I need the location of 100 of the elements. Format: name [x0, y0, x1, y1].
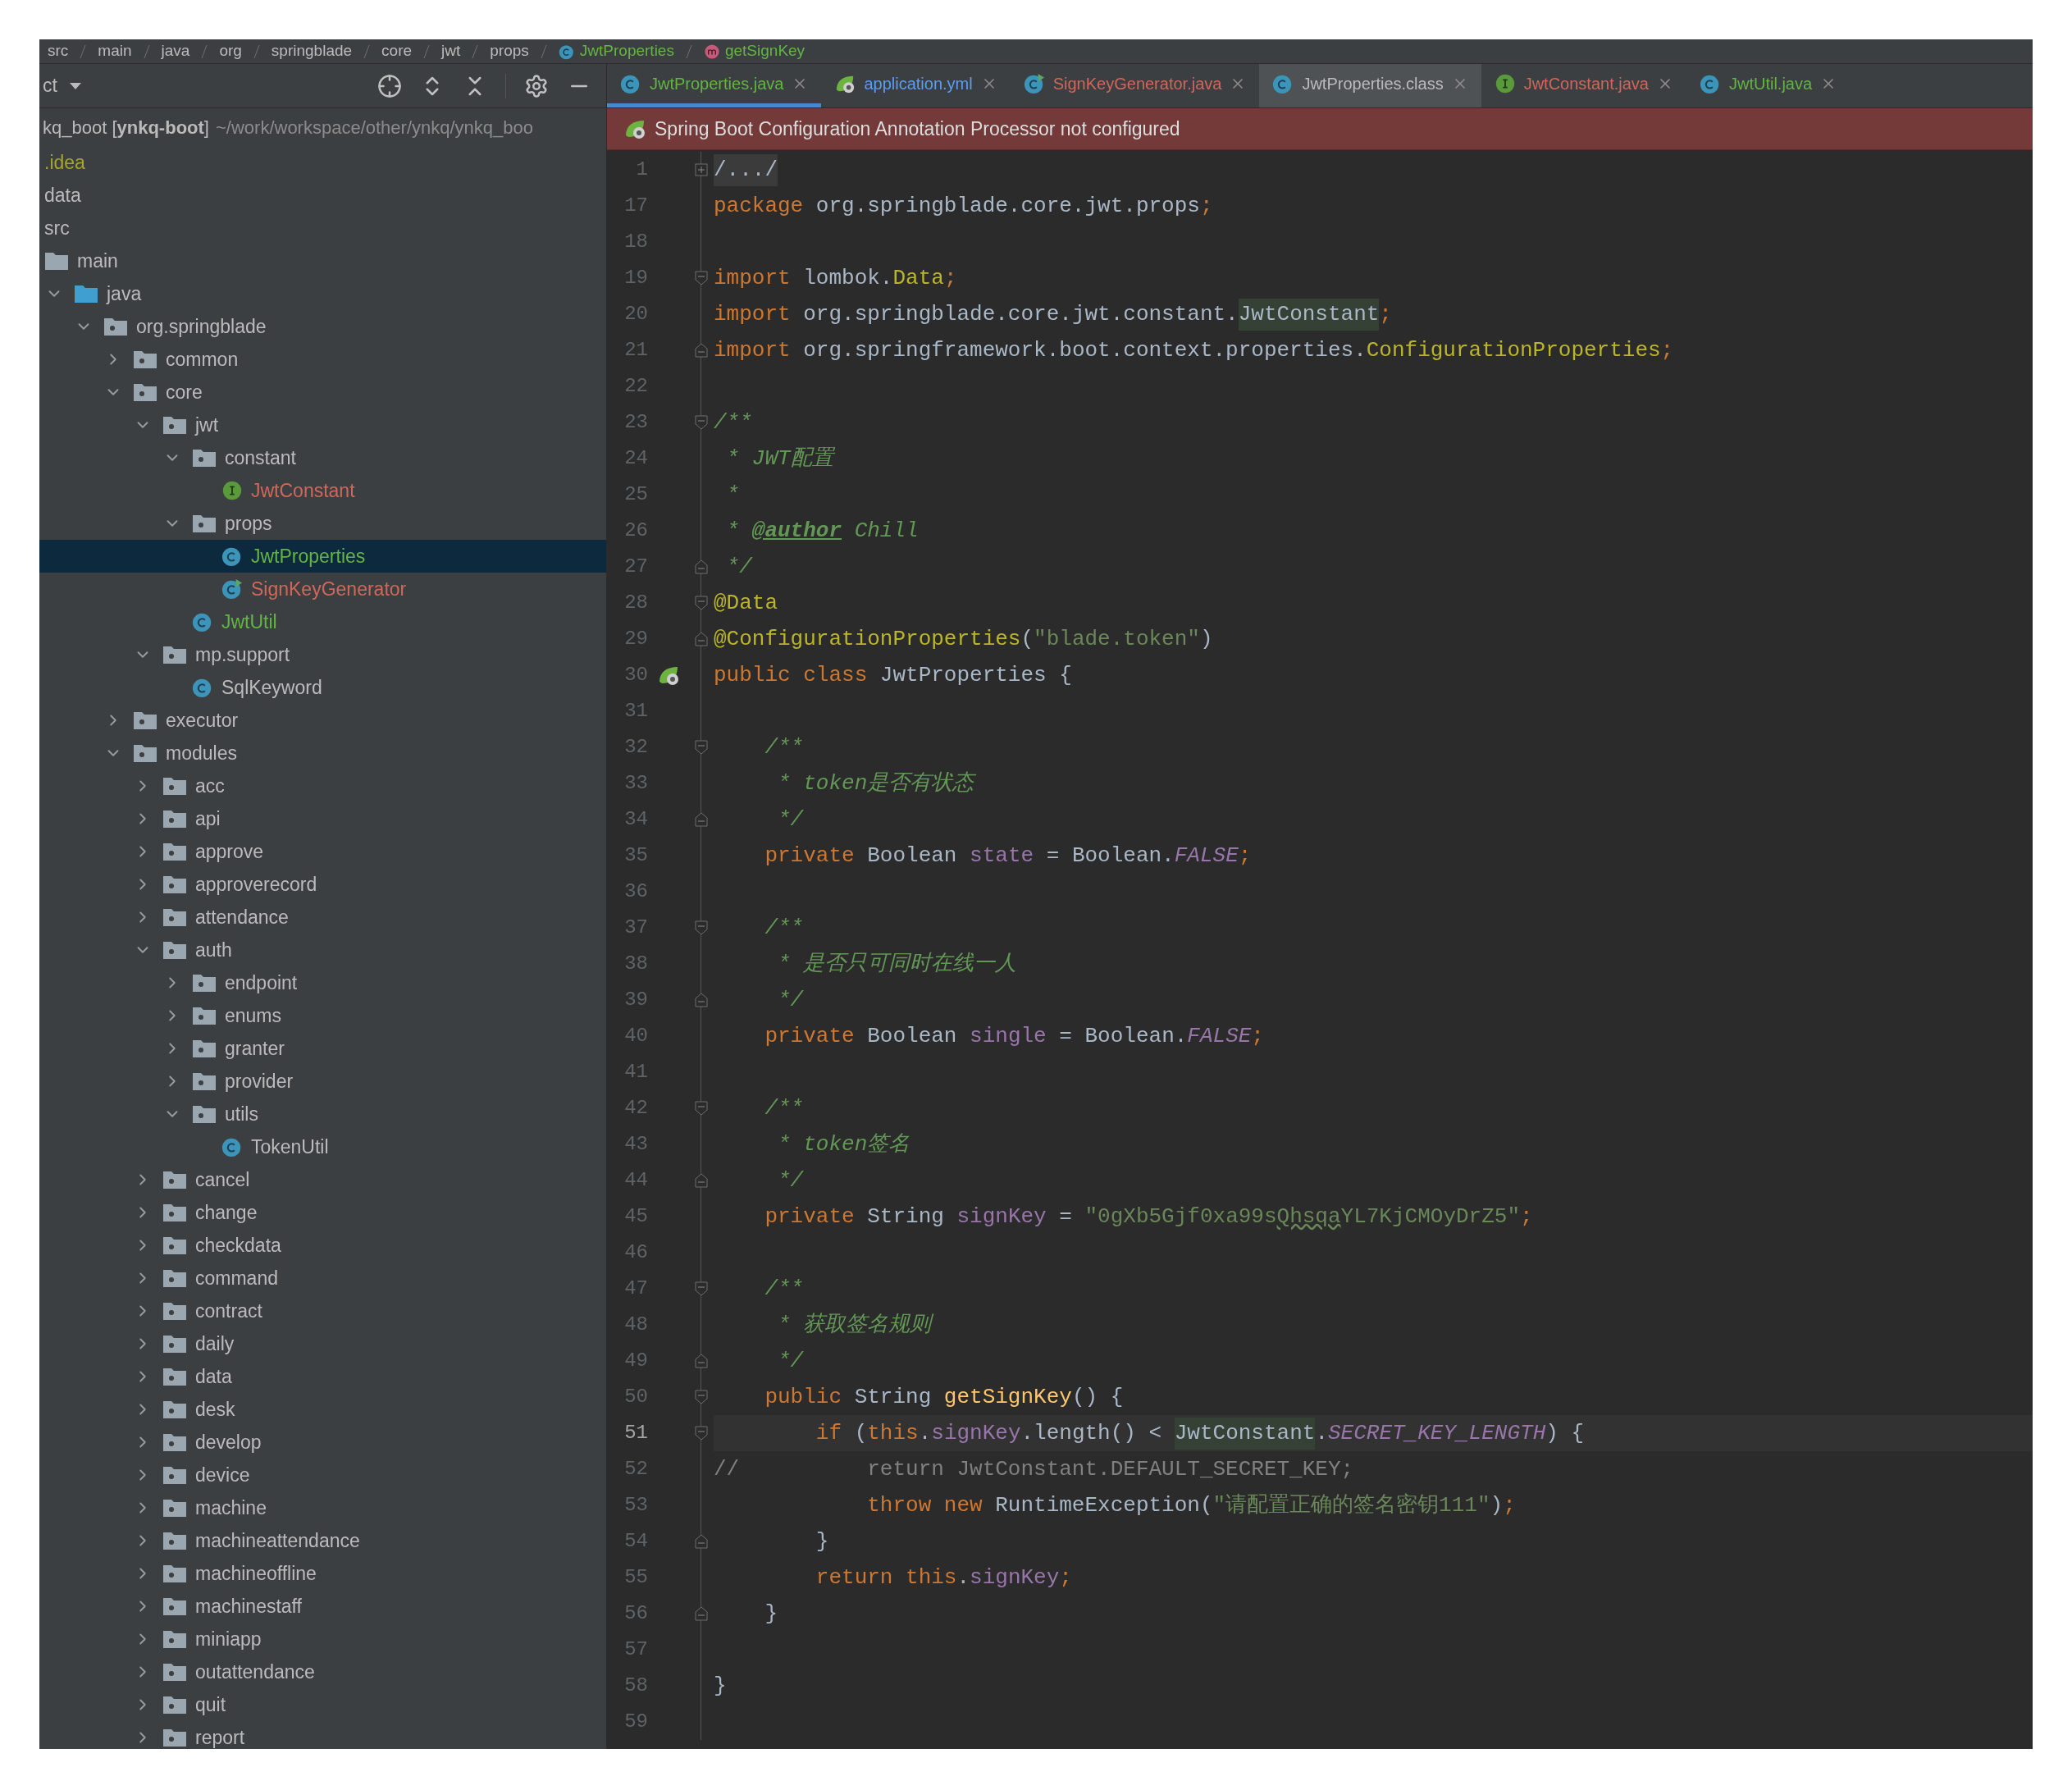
tree-item[interactable]: report: [39, 1721, 606, 1749]
tree-item[interactable]: daily: [39, 1327, 606, 1360]
tree-item[interactable]: contract: [39, 1295, 606, 1327]
fold-icon[interactable]: [695, 1173, 708, 1188]
tree-item-label: core: [166, 380, 203, 404]
fold-icon[interactable]: [695, 559, 708, 574]
tree-item[interactable]: enums: [39, 999, 606, 1032]
tree-item[interactable]: device: [39, 1459, 606, 1491]
fold-icon[interactable]: [695, 1390, 708, 1404]
tree-item[interactable]: modules: [39, 737, 606, 769]
fold-icon[interactable]: [695, 920, 708, 935]
editor-tab[interactable]: application.yml: [821, 64, 1011, 107]
breadcrumb-item[interactable]: jwt: [441, 39, 461, 63]
fold-icon[interactable]: [695, 1101, 708, 1116]
tree-item[interactable]: .idea: [39, 146, 606, 179]
tree-item[interactable]: org.springblade: [39, 310, 606, 343]
fold-icon[interactable]: [695, 596, 708, 610]
tree-item[interactable]: desk: [39, 1393, 606, 1426]
settings-icon[interactable]: [524, 73, 549, 98]
fold-icon[interactable]: [695, 1281, 708, 1296]
tree-item[interactable]: granter: [39, 1032, 606, 1065]
line-number: 51: [623, 1421, 648, 1445]
tree-item[interactable]: machineattendance: [39, 1524, 606, 1557]
tree-item[interactable]: quit: [39, 1688, 606, 1721]
project-root-item[interactable]: kq_boot [ynkq-boot] ~/work/workspace/other/ynkq/ynkq_boo: [39, 108, 606, 146]
tree-item-label: SqlKeyword: [221, 675, 322, 700]
tree-item[interactable]: checkdata: [39, 1229, 606, 1262]
breadcrumb-item[interactable]: java: [161, 39, 190, 63]
breadcrumb-item[interactable]: core: [381, 39, 413, 63]
tree-item[interactable]: TokenUtil: [39, 1130, 606, 1163]
fold-icon[interactable]: [695, 1354, 708, 1368]
tree-item-label: .idea: [44, 150, 85, 175]
fold-icon[interactable]: [695, 1606, 708, 1621]
line-number: 23: [623, 410, 648, 435]
tree-item[interactable]: data: [39, 1360, 606, 1393]
tree-item[interactable]: common: [39, 343, 606, 376]
breadcrumb-item[interactable]: org: [219, 39, 242, 63]
tree-item[interactable]: mp.support: [39, 638, 606, 671]
tree-item[interactable]: executor: [39, 704, 606, 737]
fold-icon[interactable]: [695, 632, 708, 646]
folder-icon: [162, 1170, 187, 1190]
tree-item[interactable]: machine: [39, 1491, 606, 1524]
fold-icon[interactable]: [695, 812, 708, 827]
tree-item[interactable]: cancel: [39, 1163, 606, 1196]
project-view-dropdown[interactable]: ct: [43, 71, 82, 100]
breadcrumb-item[interactable]: src: [48, 39, 69, 63]
locate-icon[interactable]: [377, 73, 402, 98]
tree-item[interactable]: data: [39, 179, 606, 212]
breadcrumb-item[interactable]: JwtProperties: [558, 39, 674, 63]
tree-item[interactable]: miniapp: [39, 1623, 606, 1655]
fold-icon[interactable]: [695, 740, 708, 755]
code-line: }: [815, 1527, 830, 1555]
tree-item[interactable]: props: [39, 507, 606, 540]
tree-item[interactable]: constant: [39, 441, 606, 474]
line-number: 47: [623, 1276, 648, 1301]
breadcrumb-item[interactable]: getSignKey: [703, 39, 806, 63]
editor-tab[interactable]: SignKeyGenerator.java: [1010, 64, 1260, 107]
breadcrumb-item[interactable]: main: [98, 39, 132, 63]
fold-icon[interactable]: [695, 993, 708, 1007]
code-line: /**: [764, 733, 805, 761]
tree-item[interactable]: JwtUtil: [39, 605, 606, 638]
tree-item[interactable]: JwtProperties: [39, 540, 606, 573]
tree-item[interactable]: core: [39, 376, 606, 409]
tree-item[interactable]: provider: [39, 1065, 606, 1098]
tree-item[interactable]: src: [39, 212, 606, 244]
fold-icon[interactable]: [695, 343, 708, 358]
tree-item[interactable]: SqlKeyword: [39, 671, 606, 704]
tree-item[interactable]: attendance: [39, 901, 606, 934]
editor-tab[interactable]: JwtProperties.class: [1259, 64, 1481, 107]
fold-icon[interactable]: [695, 1534, 708, 1549]
editor-tab[interactable]: JwtConstant.java: [1481, 64, 1686, 107]
tree-item[interactable]: acc: [39, 769, 606, 802]
tree-item[interactable]: change: [39, 1196, 606, 1229]
expand-icon[interactable]: [695, 163, 708, 176]
tree-item[interactable]: JwtConstant: [39, 474, 606, 507]
tree-item[interactable]: api: [39, 802, 606, 835]
tree-item[interactable]: java: [39, 277, 606, 310]
tree-item[interactable]: main: [39, 244, 606, 277]
breadcrumb-item[interactable]: props: [490, 39, 529, 63]
code-line: private Boolean state = Boolean.FALSE;: [764, 842, 1253, 870]
tree-item[interactable]: develop: [39, 1426, 606, 1459]
breadcrumb-item[interactable]: springblade: [271, 39, 353, 63]
tree-item[interactable]: approverecord: [39, 868, 606, 901]
tree-item[interactable]: machinestaff: [39, 1590, 606, 1623]
tree-item[interactable]: approve: [39, 835, 606, 868]
line-number: 40: [623, 1024, 648, 1048]
code-line: public class JwtProperties {: [714, 661, 1073, 689]
tree-item[interactable]: jwt: [39, 409, 606, 441]
tree-item[interactable]: machineoffline: [39, 1557, 606, 1590]
fold-icon[interactable]: [695, 1426, 708, 1441]
tree-item[interactable]: SignKeyGenerator: [39, 573, 606, 605]
editor-tab[interactable]: JwtUtil.java: [1686, 64, 1851, 107]
tree-item[interactable]: auth: [39, 934, 606, 966]
fold-icon[interactable]: [695, 415, 708, 430]
tree-item[interactable]: command: [39, 1262, 606, 1295]
tree-item[interactable]: outattendance: [39, 1655, 606, 1688]
tree-item[interactable]: endpoint: [39, 966, 606, 999]
tree-item[interactable]: utils: [39, 1098, 606, 1130]
method-icon: [703, 43, 720, 60]
fold-icon[interactable]: [695, 271, 708, 285]
